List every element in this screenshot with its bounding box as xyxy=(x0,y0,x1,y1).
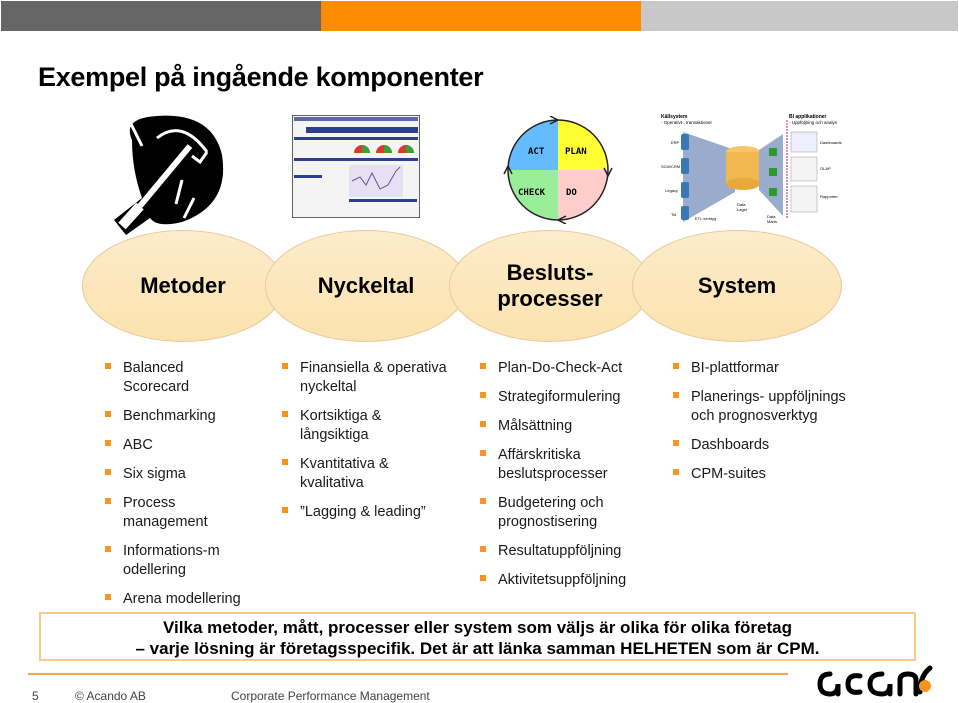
pdca-act-label: ACT xyxy=(528,147,545,157)
source-scm-crm: SCM/CRM xyxy=(661,164,680,169)
list-item: Benchmarking xyxy=(105,407,255,426)
list-item: Resultatuppföljning xyxy=(480,542,650,561)
list-item: Six sigma xyxy=(105,465,255,484)
dw-label-2: Lager xyxy=(737,207,748,212)
list-item: Informations-modellering xyxy=(105,542,223,580)
list-item: Process management xyxy=(105,494,223,532)
pillar-metoder: Metoder xyxy=(82,230,284,342)
list-item: BI-plattformar xyxy=(673,359,873,378)
pillar-beslutsprocesser-line2: processer xyxy=(497,286,603,311)
list-item: Affärskritiska beslutsprocesser xyxy=(480,446,628,484)
list-item: Budgetering och prognostisering xyxy=(480,494,628,532)
list-item: Strategiformulering xyxy=(480,388,650,407)
source-erp: ERP xyxy=(671,140,680,145)
bi-architecture-diagram: Källsystem - Operativt-, transaktioner E… xyxy=(661,114,842,224)
etl-label: ETL verktyg xyxy=(695,216,716,221)
pillar-system-label: System xyxy=(697,273,777,298)
list-item: Kvantitativa & kvalitativa xyxy=(282,455,410,493)
list-item: Arena modellering xyxy=(105,590,255,609)
source-legacy: Legacy xyxy=(665,188,678,193)
pillar-nyckeltal: Nyckeltal xyxy=(265,230,467,342)
logo-dot xyxy=(919,680,931,692)
copyright: © Acando AB xyxy=(75,689,146,703)
pillar-beslutsprocesser-line1: Besluts- xyxy=(506,260,594,285)
list-item: ”Lagging & leading” xyxy=(282,503,467,522)
page-number: 5 xyxy=(32,689,39,703)
header-bar-light xyxy=(641,1,958,31)
list-item: Balanced Scorecard xyxy=(105,359,213,397)
pdca-check-label: CHECK xyxy=(518,188,546,198)
dashboard-screenshot xyxy=(292,115,420,218)
pillar-system: System xyxy=(632,230,842,342)
pillar-metoder-label: Metoder xyxy=(140,273,226,298)
app-dashboards: Dashboards xyxy=(820,140,842,145)
callout-line-2: – varje lösning är företagsspecifik. Det… xyxy=(135,639,820,658)
marts-label-2: Marts xyxy=(767,219,777,224)
list-item: Målsättning xyxy=(480,417,650,436)
footer-subject: Corporate Performance Management xyxy=(231,689,430,703)
list-item: Dashboards xyxy=(673,436,873,455)
list-item: Aktivitetsuppföljning xyxy=(480,571,650,590)
app-olap: OLAP xyxy=(820,166,831,171)
list-item: CPM-suites xyxy=(673,465,873,484)
callout-line-1: Vilka metoder, mått, processer eller sys… xyxy=(163,618,792,637)
header-bar-gray xyxy=(1,1,321,31)
pillar-nyckeltal-label: Nyckeltal xyxy=(317,273,415,298)
pillar-beslutsprocesser: Besluts- processer xyxy=(449,230,651,342)
pdca-plan-label: PLAN xyxy=(565,147,587,157)
pdca-do-label: DO xyxy=(566,188,577,198)
list-item: Planerings- uppföljnings och prognosverk… xyxy=(673,388,866,426)
pillar-beslutsprocesser-label: Besluts- processer xyxy=(497,260,602,312)
slide-title: Exempel på ingående komponenter xyxy=(38,62,484,92)
list-item: ABC xyxy=(105,436,255,455)
source-systems-sub: - Operativt-, transaktioner xyxy=(661,120,713,125)
app-rapporter: Rapporter xyxy=(820,194,838,199)
list-item: Finansiella & operativa nyckeltal xyxy=(282,359,467,397)
system-list: BI-plattformar Planerings- uppföljnings … xyxy=(673,359,873,494)
acando-logo xyxy=(817,665,933,697)
list-item: Kortsiktiga & långsiktiga xyxy=(282,407,400,445)
metoder-list: Balanced Scorecard Benchmarking ABC Six … xyxy=(105,359,255,619)
source-tid: Tid xyxy=(671,212,676,217)
footer-divider xyxy=(28,673,788,675)
header-bar-orange xyxy=(321,1,641,31)
summary-callout: Vilka metoder, mått, processer eller sys… xyxy=(39,612,916,661)
bi-apps-sub: - Uppföljning och analys xyxy=(789,120,838,125)
nyckeltal-list: Finansiella & operativa nyckeltal Kortsi… xyxy=(282,359,467,532)
beslutsprocesser-list: Plan-Do-Check-Act Strategiformulering Må… xyxy=(480,359,650,600)
list-item: Plan-Do-Check-Act xyxy=(480,359,650,378)
pdca-cycle-diagram: ACT PLAN CHECK DO xyxy=(503,116,613,224)
hammer-nails-icon xyxy=(114,115,224,235)
